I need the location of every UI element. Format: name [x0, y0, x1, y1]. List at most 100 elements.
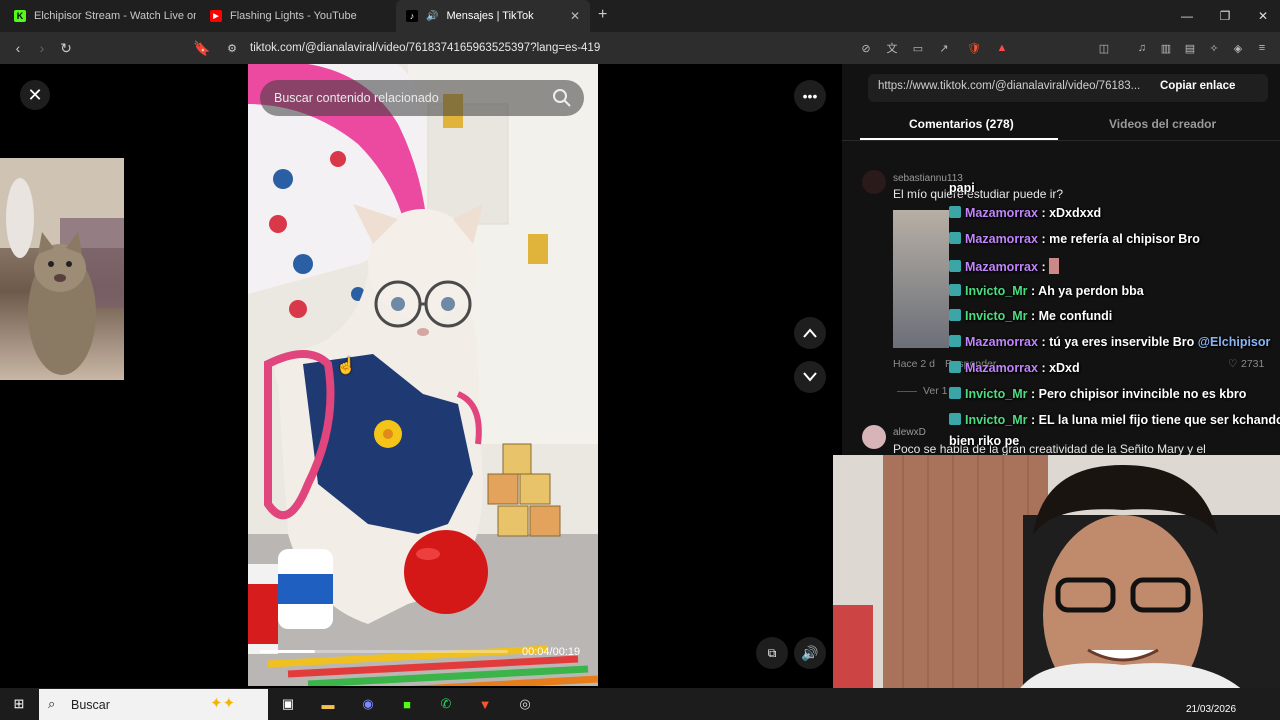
task-view-icon[interactable]: ▣ — [277, 694, 299, 714]
tab-comments[interactable]: Comentarios (278) — [909, 117, 1014, 131]
copilot-sparkle-icon[interactable]: ✦✦ — [210, 694, 235, 712]
comment-text: El mío quiere estudiar puede ir? — [893, 187, 1064, 201]
emote-icon — [1049, 258, 1060, 274]
tab-title: Mensajes | TikTok — [446, 10, 534, 22]
heart-icon[interactable]: ♡ — [1228, 358, 1237, 370]
comment-username[interactable]: alewxD — [893, 427, 926, 438]
chat-badge-icon — [949, 413, 961, 425]
close-tab-icon[interactable]: ✕ — [570, 9, 580, 23]
share-icon[interactable]: ↗ — [936, 40, 952, 56]
chat-badge-icon — [949, 309, 961, 321]
streamer-webcam — [833, 455, 1280, 700]
wallet-icon[interactable]: ▤ — [1182, 40, 1198, 56]
minimize-icon[interactable]: — — [1168, 0, 1206, 32]
chat-badge-icon — [949, 260, 961, 272]
comment-time: Hace 2 d — [893, 358, 936, 370]
chat-badge-icon — [949, 206, 961, 218]
youtube-icon: ▶ — [210, 10, 222, 22]
url-field[interactable]: tiktok.com/@dianalaviral/video/761837416… — [250, 32, 600, 64]
windows-start-icon[interactable]: ⊞ — [8, 694, 30, 714]
chat-text: : me refería al chipisor Bro — [1041, 232, 1200, 246]
vpn-icon[interactable]: ◈ — [1230, 40, 1246, 56]
cast-icon[interactable]: ▭ — [910, 40, 926, 56]
comment-image[interactable] — [893, 210, 949, 348]
music-icon[interactable]: ♫ — [1134, 40, 1150, 56]
chat-text: : Pero chipisor invincible no es kbro — [1031, 387, 1247, 401]
chat-username: Invicto_Mr — [965, 309, 1028, 323]
menu-icon[interactable]: ≡ — [1254, 40, 1270, 56]
ai-icon[interactable]: ✧ — [1206, 40, 1222, 56]
previous-video-icon[interactable] — [794, 317, 826, 349]
chat-message: Invicto_Mr : EL la luna miel fijo tiene … — [949, 413, 1280, 427]
video-player[interactable] — [248, 64, 598, 686]
kick-icon: K — [14, 10, 26, 22]
chat-text: : tú ya eres inservible Bro — [1041, 335, 1195, 349]
forward-icon[interactable]: › — [30, 32, 54, 64]
brave-rewards-icon[interactable]: ▲ — [994, 40, 1010, 56]
tiktok-icon: ♪ — [406, 10, 418, 22]
tab-kick[interactable]: K Elchipisor Stream - Watch Live on Kic — [4, 0, 196, 32]
chat-message: Mazamorrax : — [949, 258, 1060, 274]
volume-icon[interactable]: 🔊 — [794, 637, 826, 669]
cat-reaction-image — [0, 158, 124, 380]
site-info-icon[interactable]: ⚙ — [220, 32, 244, 64]
chat-badge-icon — [949, 284, 961, 296]
chat-username: Mazamorrax — [965, 361, 1038, 375]
translate-icon[interactable]: 文 — [884, 40, 900, 56]
chat-text: : Ah ya perdon bba — [1031, 284, 1144, 298]
chat-username: Mazamorrax — [965, 232, 1038, 246]
sidebar-icon[interactable]: ▥ — [1158, 40, 1174, 56]
chat-username: Invicto_Mr — [965, 284, 1028, 298]
brave-browser-icon[interactable]: ▼ — [474, 694, 496, 714]
brave-shield-icon[interactable]: 🛡 — [966, 40, 982, 56]
chat-message: Mazamorrax : tú ya eres inservible Bro @… — [949, 335, 1270, 349]
screenshot-icon[interactable]: ◫ — [1096, 40, 1112, 56]
new-tab-button[interactable]: + — [598, 6, 607, 24]
tab-youtube[interactable]: ▶ Flashing Lights - YouTube — [200, 0, 392, 32]
chat-text: : EL la luna miel fijo tiene que ser kch… — [1031, 413, 1280, 427]
speaker-icon: 🔊 — [426, 10, 439, 22]
view-replies-button[interactable]: Ver 1 — [923, 385, 948, 397]
obs-icon[interactable]: ◎ — [514, 694, 536, 714]
chat-username: Mazamorrax — [965, 206, 1038, 220]
bookmark-icon[interactable]: 🔖 — [190, 32, 214, 64]
copy-link-button[interactable]: Copiar enlace — [1160, 80, 1235, 92]
taskbar-search-icon: ⌕ — [48, 696, 56, 711]
back-icon[interactable]: ‹ — [6, 32, 30, 64]
tab-title: Elchipisor Stream - Watch Live on Kic — [34, 10, 196, 22]
window-close-icon[interactable]: ✕ — [1244, 0, 1280, 32]
reload-icon[interactable]: ↻ — [54, 32, 78, 64]
file-explorer-icon[interactable]: ▬ — [317, 694, 339, 714]
related-search-input[interactable]: Buscar contenido relacionado — [260, 80, 584, 116]
like-count: 2731 — [1241, 358, 1265, 370]
close-video-icon[interactable]: ✕ — [20, 80, 50, 110]
chat-mention: @Elchipisor — [1197, 335, 1271, 349]
chat-message: Invicto_Mr : Ah ya perdon bba — [949, 284, 1144, 298]
chat-top-label: papi — [949, 181, 975, 195]
chat-badge-icon — [949, 387, 961, 399]
tab-tiktok[interactable]: ♪ 🔊 Mensajes | TikTok ✕ — [396, 0, 590, 32]
chat-badge-icon — [949, 361, 961, 373]
chat-text: : xDxd — [1041, 361, 1080, 375]
no-camera-icon[interactable]: ⊘ — [858, 40, 874, 56]
next-video-icon[interactable] — [794, 361, 826, 393]
search-icon[interactable] — [552, 88, 572, 108]
avatar[interactable] — [862, 170, 886, 194]
chat-badge-icon — [949, 232, 961, 244]
discord-icon[interactable]: ◉ — [357, 694, 379, 714]
chat-badge-icon — [949, 335, 961, 347]
chat-username: Mazamorrax — [965, 260, 1038, 274]
avatar[interactable] — [862, 425, 886, 449]
whatsapp-icon[interactable]: ✆ — [435, 694, 457, 714]
chat-message: Mazamorrax : xDxd — [949, 361, 1080, 375]
kick-app-icon[interactable]: ■ — [396, 694, 418, 714]
more-options-icon[interactable]: ••• — [794, 80, 826, 112]
chat-username: Invicto_Mr — [965, 413, 1028, 427]
chat-wrap-text: bien riko pe — [949, 434, 1020, 448]
chat-text: : — [1041, 260, 1046, 274]
mini-player-icon[interactable]: ⧉ — [756, 637, 788, 669]
tab-creator-videos[interactable]: Videos del creador — [1109, 117, 1216, 131]
video-link[interactable]: https://www.tiktok.com/@dianalaviral/vid… — [878, 80, 1146, 92]
taskbar-search-label: Buscar — [71, 697, 110, 712]
maximize-icon[interactable]: ❐ — [1206, 0, 1244, 32]
